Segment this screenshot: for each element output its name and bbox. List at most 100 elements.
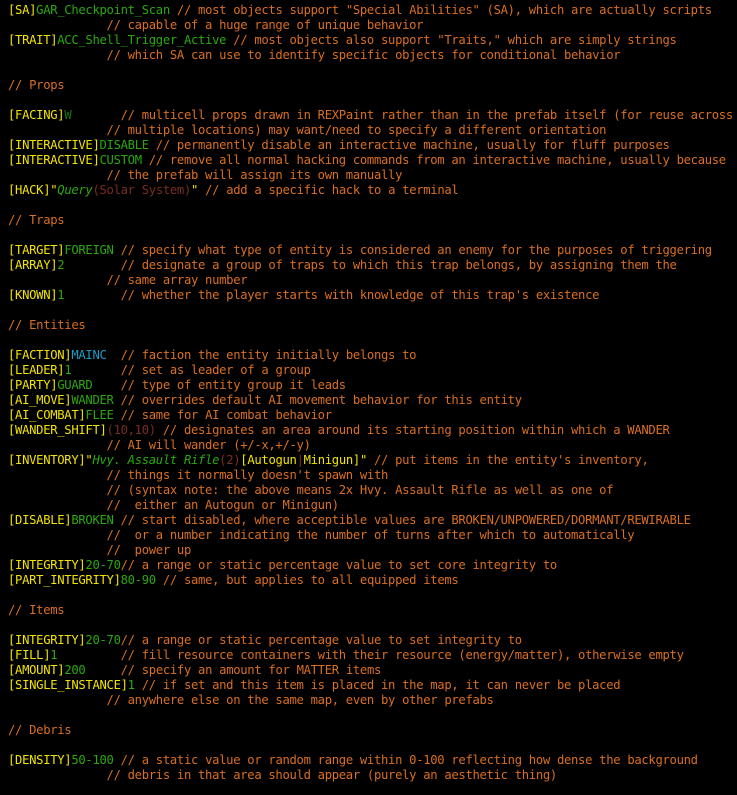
code-line: [TARGET]FOREIGN // specify what type of …: [8, 243, 737, 258]
string-token: Autogun: [247, 453, 297, 467]
code-line: [INTEGRITY]20-70// a range or static per…: [8, 633, 737, 648]
directive-tag: [FACTION]: [8, 348, 72, 362]
directive-tag: [KNOWN]: [8, 288, 58, 302]
code-line: [FACTION]MAINC // faction the entity ini…: [8, 348, 737, 363]
code-line: // Items: [8, 603, 737, 618]
string-token: ]": [352, 453, 367, 467]
comment-text: // either an Autogun or Minigun): [8, 498, 340, 512]
comment-text: // a static value or random range within…: [113, 753, 698, 767]
comment-text: // power up: [8, 543, 192, 557]
comment-text: // the prefab will assign its own manual…: [8, 168, 403, 182]
comment-text: // fill resource containers with their r…: [57, 648, 684, 662]
syntax-token: (10,10): [106, 423, 157, 437]
comment-text: // faction the entity initially belongs …: [106, 348, 417, 362]
comment-text: // most objects support "Special Abiliti…: [169, 3, 712, 17]
directive-value: Hvy. Assault Rifle: [92, 453, 220, 467]
comment-text: // multicell props drawn in REXPaint rat…: [71, 108, 734, 122]
syntax-token: (2): [219, 453, 241, 467]
comment-text: // if set and this item is placed in the…: [134, 678, 621, 692]
comment-text: // multiple locations) may want/need to …: [8, 123, 607, 137]
code-line: // or a number indicating the number of …: [8, 528, 737, 543]
directive-tag: [INTERACTIVE]: [8, 138, 100, 152]
directive-value: 20-70: [85, 558, 121, 572]
comment-text: // Traps: [8, 213, 65, 227]
code-line: // AI will wander (+/-x,+/-y): [8, 438, 737, 453]
code-line: // Traps: [8, 213, 737, 228]
code-line: [INTERACTIVE]CUSTOM // remove all normal…: [8, 153, 737, 168]
comment-text: // type of entity group it leads: [92, 378, 347, 392]
code-line: [TRAIT]ACC_Shell_Trigger_Active // most …: [8, 33, 737, 48]
code-line: [ARRAY]2 // designate a group of traps t…: [8, 258, 737, 273]
comment-text: // add a specific hack to a terminal: [198, 183, 459, 197]
code-line: [KNOWN]1 // whether the player starts wi…: [8, 288, 737, 303]
code-line: [DISABLE]BROKEN // start disabled, where…: [8, 513, 737, 528]
code-line: // Props: [8, 78, 737, 93]
code-line: [WANDER_SHIFT](10,10) // designates an a…: [8, 423, 737, 438]
directive-value: DISABLE: [99, 138, 150, 152]
syntax-token: |: [296, 453, 304, 467]
comment-text: // Debris: [8, 723, 72, 737]
comment-text: // same for AI combat behavior: [113, 408, 332, 422]
code-line: [HACK]"Query(Solar System)" // add a spe…: [8, 183, 737, 198]
directive-tag: [INVENTORY]: [8, 453, 86, 467]
code-line: [INTERACTIVE]DISABLE // permanently disa…: [8, 138, 737, 153]
directive-value: WANDER: [71, 393, 114, 407]
comment-text: // anywhere else on the same map, even b…: [8, 693, 494, 707]
directive-tag: [AI_COMBAT]: [8, 408, 86, 422]
comment-text: // things it normally doesn't spawn with: [8, 468, 389, 482]
code-line: [FILL]1 // fill resource containers with…: [8, 648, 737, 663]
string-token: Minigun: [303, 453, 354, 467]
directive-value: FOREIGN: [64, 243, 114, 257]
directive-tag: [LEADER]: [8, 363, 65, 377]
directive-tag: [TRAIT]: [8, 33, 58, 47]
code-line: // power up: [8, 543, 737, 558]
code-line: [FACING]W // multicell props drawn in RE…: [8, 108, 737, 123]
code-line: // Entities: [8, 318, 737, 333]
comment-text: // Entities: [8, 318, 86, 332]
code-line: [INTEGRITY]20-70// a range or static per…: [8, 558, 737, 573]
code-line: [INVENTORY]"Hvy. Assault Rifle(2)[Autogu…: [8, 453, 737, 468]
code-line: [DENSITY]50-100 // a static value or ran…: [8, 753, 737, 768]
directive-value: GUARD: [57, 378, 93, 392]
comment-text: // same, but applies to all equipped ite…: [155, 573, 459, 587]
code-line: // capable of a huge range of unique beh…: [8, 18, 737, 33]
directive-tag: [SINGLE_INSTANCE]: [8, 678, 128, 692]
code-line: // which SA can use to identify specific…: [8, 48, 737, 63]
comment-text: // set as leader of a group: [71, 363, 311, 377]
directive-tag: [SA]: [8, 3, 37, 17]
code-line: [PART_INTEGRITY]80-90 // same, but appli…: [8, 573, 737, 588]
code-line: // debris in that area should appear (pu…: [8, 768, 737, 783]
directive-tag: [INTEGRITY]: [8, 558, 86, 572]
code-line: [AMOUNT]200 // specify an amount for MAT…: [8, 663, 737, 678]
comment-text: // whether the player starts with knowle…: [64, 288, 600, 302]
comment-text: // Items: [8, 603, 65, 617]
directive-tag: [PART_INTEGRITY]: [8, 573, 121, 587]
comment-text: // designate a group of traps to which t…: [64, 258, 677, 272]
comment-text: // specify an amount for MATTER items: [85, 663, 382, 677]
code-line: // the prefab will assign its own manual…: [8, 168, 737, 183]
code-line: // multiple locations) may want/need to …: [8, 123, 737, 138]
directive-tag: [PARTY]: [8, 378, 58, 392]
directive-value: GAR_Checkpoint_Scan: [36, 3, 170, 17]
directive-tag: [FILL]: [8, 648, 51, 662]
directive-value: Query: [57, 183, 93, 197]
comment-text: // permanently disable an interactive ma…: [148, 138, 670, 152]
code-line: // same array number: [8, 273, 737, 288]
directive-tag: [ARRAY]: [8, 258, 58, 272]
directive-tag: [AI_MOVE]: [8, 393, 72, 407]
code-line: // Debris: [8, 723, 737, 738]
string-token: ": [191, 183, 199, 197]
directive-value: 20-70: [85, 633, 121, 647]
code-line: [LEADER]1 // set as leader of a group: [8, 363, 737, 378]
directive-tag: [TARGET]: [8, 243, 65, 257]
directive-tag: [DENSITY]: [8, 753, 72, 767]
directive-tag: [AMOUNT]: [8, 663, 65, 677]
comment-text: // remove all normal hacking commands fr…: [141, 153, 726, 167]
prefab-reference-text-view: [SA]GAR_Checkpoint_Scan // most objects …: [0, 0, 737, 795]
